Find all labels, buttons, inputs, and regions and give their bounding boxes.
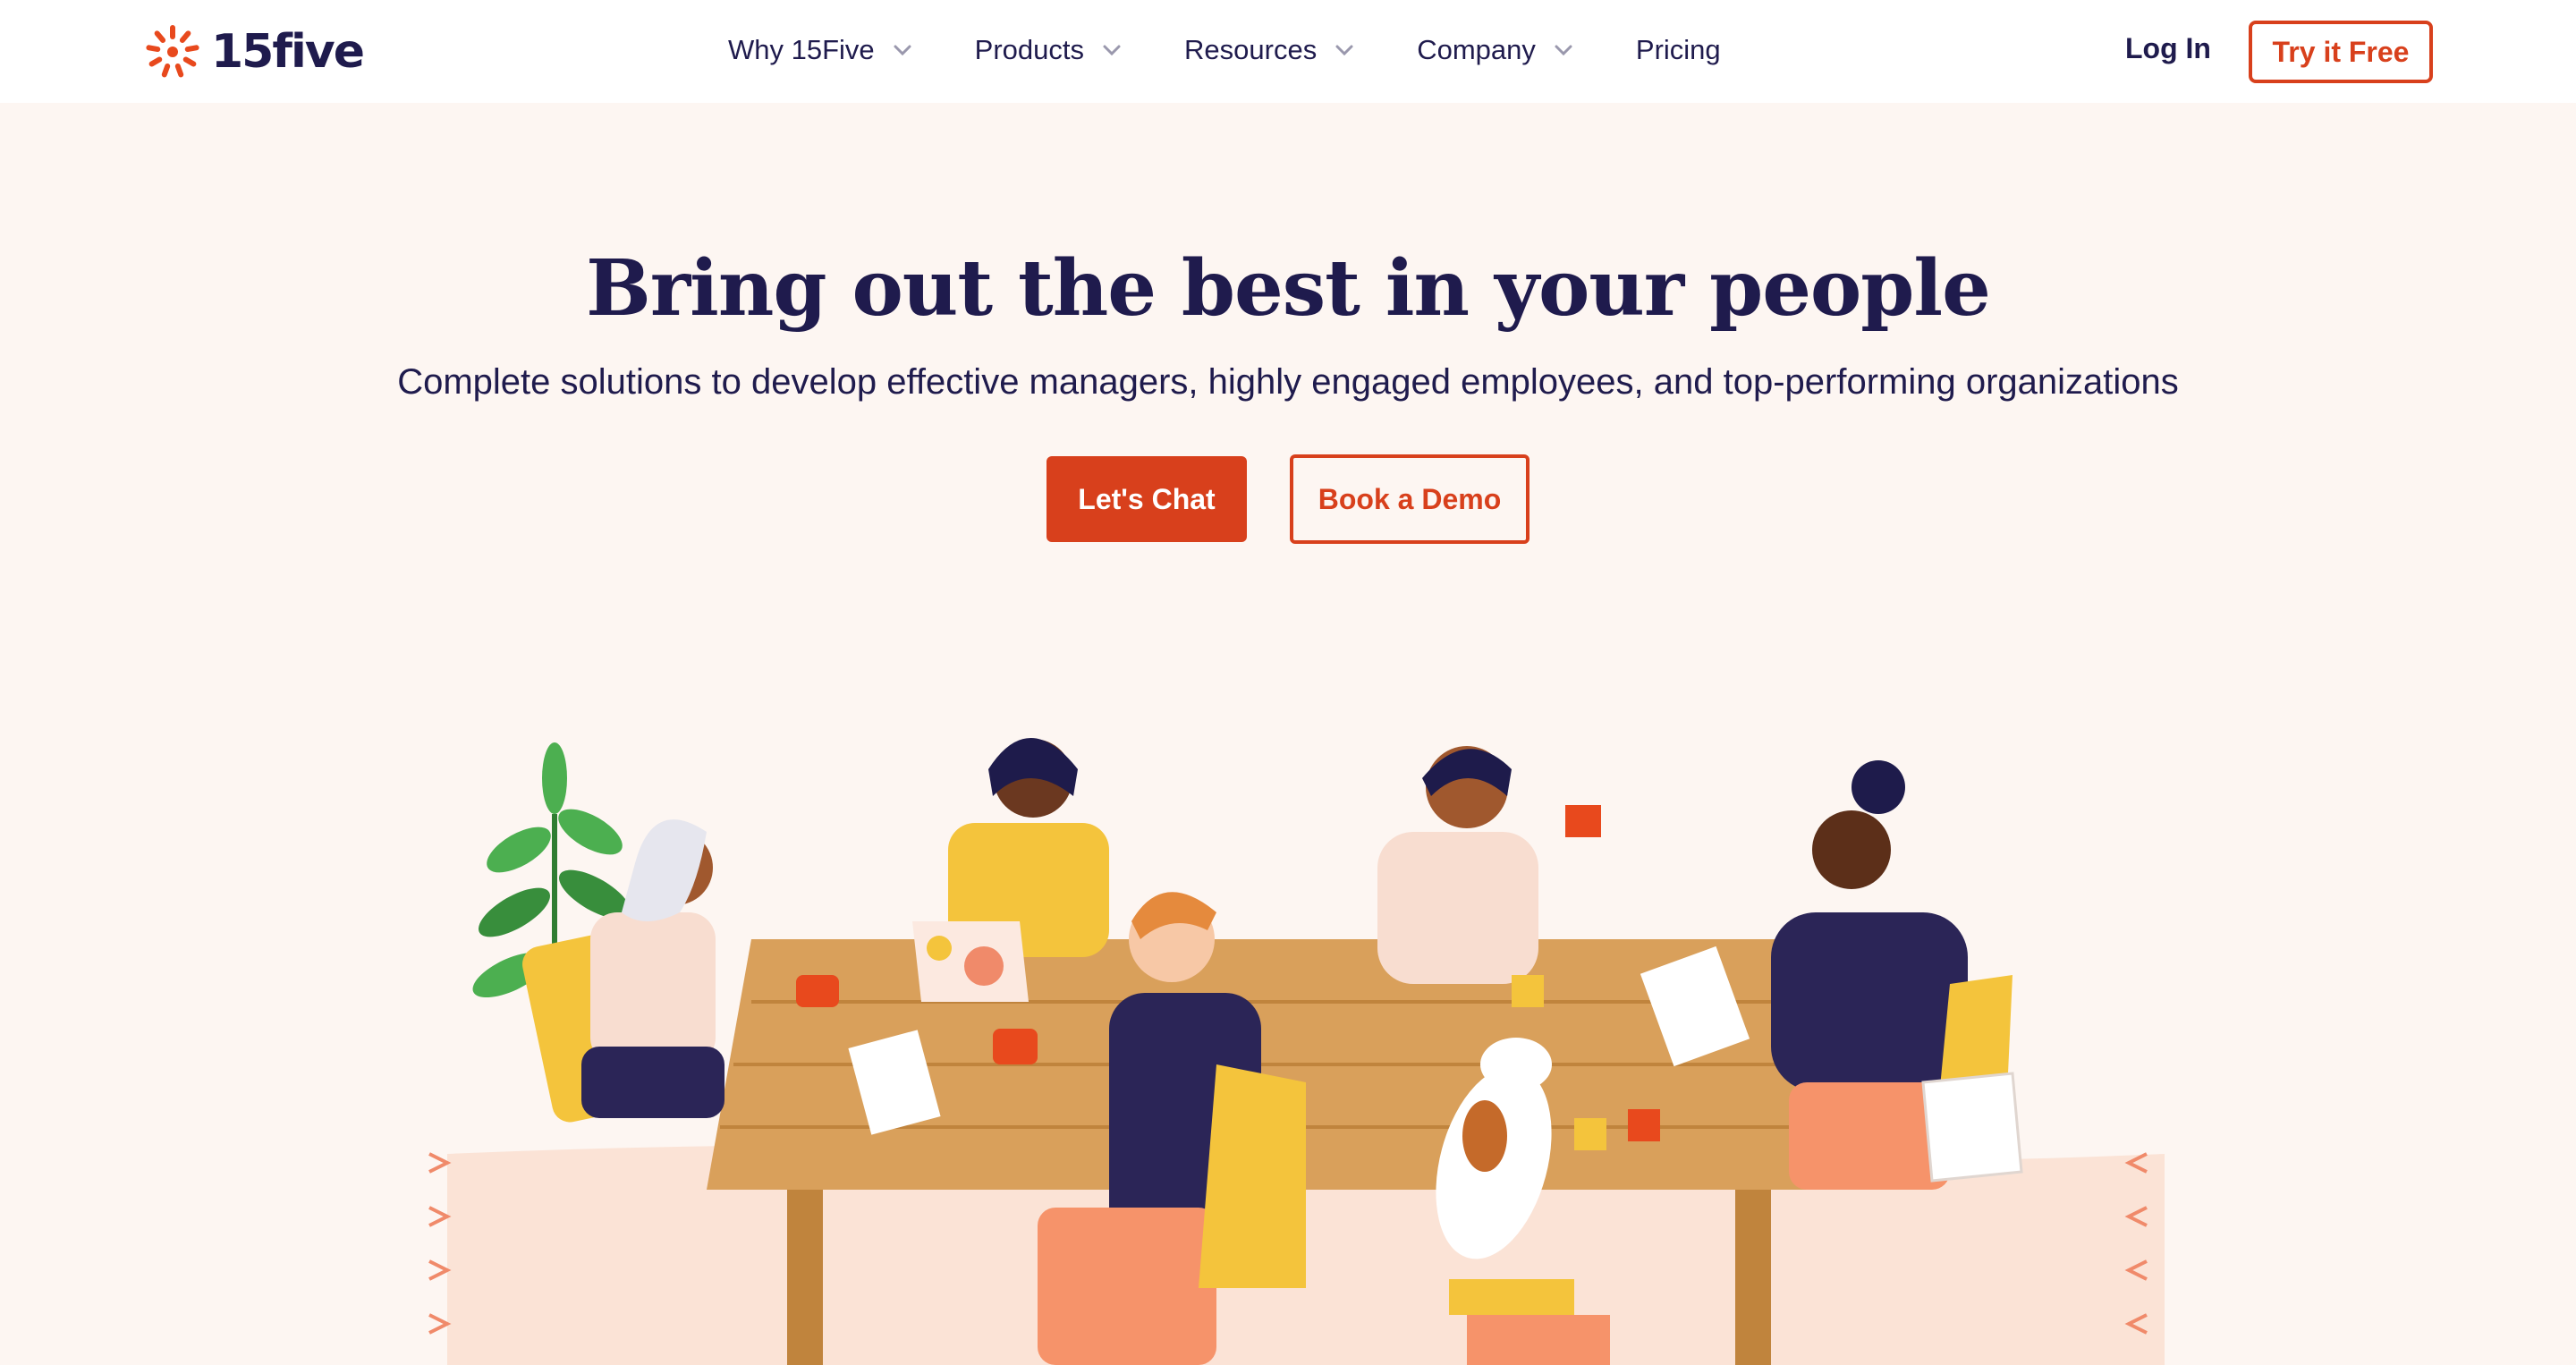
try-it-free-button[interactable]: Try it Free: [2249, 21, 2433, 83]
mug: [796, 975, 839, 1007]
sticky-note: [1574, 1118, 1606, 1150]
nav-item-label: Resources: [1184, 34, 1318, 65]
person-right: [1771, 760, 2023, 1190]
mug: [993, 1029, 1038, 1064]
site-header: 15five Why 15Five Products Resources Com…: [0, 0, 2576, 103]
lets-chat-button[interactable]: Let's Chat: [1046, 456, 1247, 542]
nav-item-products[interactable]: Products: [975, 34, 1122, 66]
hero-subtitle: Complete solutions to develop effective …: [397, 362, 2179, 402]
nav-item-pricing[interactable]: Pricing: [1636, 34, 1721, 66]
nav-item-why-15five[interactable]: Why 15Five: [728, 34, 912, 66]
person-left: [522, 819, 724, 1123]
chevron-down-icon: [894, 45, 911, 56]
hero-title: Bring out the best in your people: [586, 243, 1991, 334]
nav-item-company[interactable]: Company: [1417, 34, 1573, 66]
nav-item-label: Products: [974, 34, 1085, 65]
nav-item-label: Why 15Five: [728, 34, 875, 65]
sticky-note: [1512, 975, 1544, 1007]
chevron-down-icon: [1103, 45, 1121, 56]
nav-item-label: Company: [1417, 34, 1536, 65]
logo[interactable]: 15five: [143, 24, 365, 80]
team-meeting-illustration: [428, 738, 2165, 1365]
sticky-note: [1628, 1109, 1660, 1141]
chevron-down-icon: [1555, 45, 1572, 56]
login-link[interactable]: Log In: [2125, 32, 2211, 65]
logo-mark-icon: [146, 25, 199, 78]
nav-item-resources[interactable]: Resources: [1184, 34, 1354, 66]
laptop: [912, 921, 1029, 1002]
table-leg: [1735, 1190, 1771, 1365]
logo-text: 15five: [211, 25, 365, 79]
chevron-down-icon: [1335, 45, 1353, 56]
book-demo-button[interactable]: Book a Demo: [1290, 454, 1530, 544]
main-nav: Why 15Five Products Resources Company Pr…: [728, 27, 1721, 73]
table-leg: [787, 1190, 823, 1365]
rug-fringe-left: [428, 1152, 452, 1335]
nav-item-label: Pricing: [1635, 34, 1721, 65]
